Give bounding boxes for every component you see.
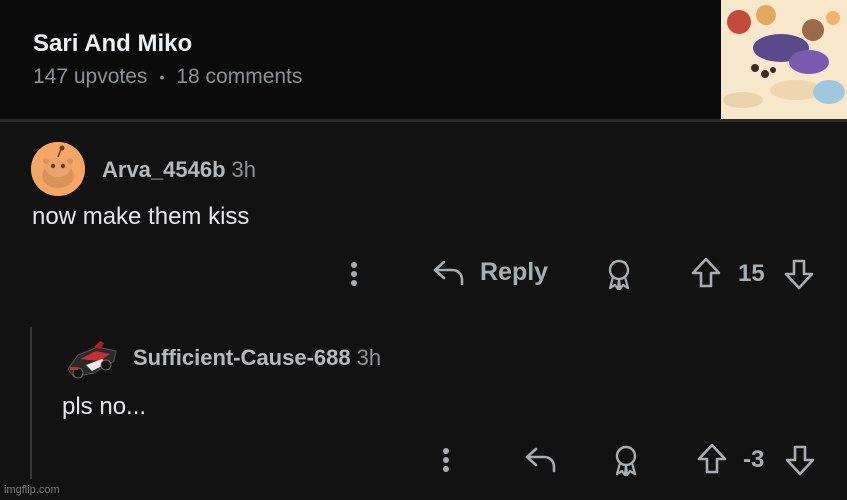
- reply-arrow-icon: [525, 447, 556, 473]
- comment-actions: Reply 15: [0, 254, 847, 294]
- comment: Arva_4546b 3h now make them kiss Reply 1…: [0, 122, 847, 310]
- vote-score: -3: [743, 446, 764, 474]
- post-header[interactable]: Sari And Miko 147 upvotes • 18 comments: [0, 0, 847, 119]
- snoo-avatar-icon: [31, 142, 85, 196]
- comment-body: now make them kiss: [32, 203, 250, 230]
- award-button[interactable]: [604, 257, 634, 291]
- race-car-avatar-icon: [67, 341, 117, 379]
- reply-button[interactable]: Reply: [432, 256, 548, 288]
- username[interactable]: Sufficient-Cause-688: [133, 345, 351, 370]
- more-vertical-icon: [351, 262, 357, 286]
- upvote-arrow-icon: [691, 257, 721, 288]
- comment-body: pls no...: [62, 393, 147, 420]
- score: -3: [743, 446, 765, 473]
- reply-arrow-icon: [433, 260, 464, 286]
- more-options-button[interactable]: [344, 258, 364, 290]
- vote-score: 15: [738, 260, 765, 288]
- award-icon: [608, 259, 630, 291]
- comment-age: 3h: [356, 345, 382, 370]
- upvote-arrow-icon: [697, 443, 727, 474]
- downvote-button[interactable]: [784, 443, 816, 477]
- avatar[interactable]: [31, 142, 85, 196]
- post-thumbnail[interactable]: [721, 0, 847, 119]
- more-options-button[interactable]: [436, 444, 456, 476]
- avatar[interactable]: [64, 335, 120, 381]
- comment-count[interactable]: 18 comments: [176, 65, 302, 89]
- award-button[interactable]: [611, 443, 641, 477]
- thumbnail-art: [721, 0, 847, 119]
- meta-separator: •: [159, 69, 165, 85]
- comment-author[interactable]: Arva_4546b 3h: [102, 157, 256, 183]
- award-icon: [615, 445, 637, 477]
- reply-button[interactable]: [524, 443, 558, 475]
- username[interactable]: Arva_4546b: [102, 157, 226, 182]
- more-vertical-icon: [443, 448, 449, 472]
- comment-reply: Sufficient-Cause-688 3h pls no... -3: [0, 310, 847, 500]
- watermark: imgflip.com: [4, 484, 60, 496]
- comment-age: 3h: [231, 157, 257, 182]
- upvote-button[interactable]: [696, 442, 728, 476]
- upvote-button[interactable]: [690, 256, 722, 290]
- downvote-button[interactable]: [783, 257, 815, 291]
- comment-actions: -3: [0, 440, 847, 480]
- comment-author[interactable]: Sufficient-Cause-688 3h: [133, 345, 381, 371]
- reply-label: Reply: [480, 257, 549, 286]
- post-meta: 147 upvotes • 18 comments: [33, 65, 302, 89]
- downvote-arrow-icon: [785, 445, 815, 476]
- post-title[interactable]: Sari And Miko: [33, 30, 192, 58]
- downvote-arrow-icon: [784, 259, 814, 290]
- score: 15: [738, 260, 765, 287]
- upvote-count: 147 upvotes: [33, 65, 148, 88]
